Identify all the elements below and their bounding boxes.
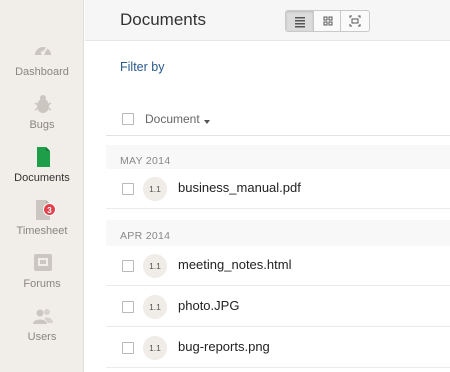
filter-by-link[interactable]: Filter by xyxy=(120,60,164,74)
list-view-button[interactable] xyxy=(286,11,314,31)
sidebar-item-timesheet[interactable]: Timesheet xyxy=(0,195,84,248)
grid-view-icon xyxy=(323,16,333,26)
table-row[interactable]: 1.1 bug-reports.png xyxy=(106,328,450,368)
sidebar-item-users[interactable]: Users xyxy=(0,301,84,354)
fullscreen-view-icon xyxy=(349,15,361,27)
version-badge: 1.1 xyxy=(143,295,167,319)
sidebar-item-label: Users xyxy=(27,331,57,343)
header: Documents xyxy=(85,0,450,41)
row-checkbox[interactable] xyxy=(122,260,134,272)
document-column-header[interactable]: Document xyxy=(145,112,200,126)
document-filename[interactable]: photo.JPG xyxy=(178,298,239,313)
dashboard-gauge-icon xyxy=(32,40,54,62)
sidebar-item-label: Dashboard xyxy=(15,66,69,78)
version-badge: 1.1 xyxy=(143,177,167,201)
row-checkbox[interactable] xyxy=(122,183,134,195)
sidebar-item-bugs[interactable]: Bugs xyxy=(0,89,84,142)
grid-view-button[interactable] xyxy=(314,11,342,31)
sidebar-item-documents[interactable]: Documents xyxy=(0,142,84,195)
bug-icon xyxy=(32,93,54,115)
document-filename[interactable]: business_manual.pdf xyxy=(178,180,301,195)
document-filename[interactable]: meeting_notes.html xyxy=(178,257,291,272)
timesheet-badge: 3 xyxy=(43,203,56,216)
list-view-icon xyxy=(295,17,305,28)
document-icon xyxy=(32,146,54,168)
document-filename[interactable]: bug-reports.png xyxy=(178,339,270,354)
table-row[interactable]: 1.1 business_manual.pdf xyxy=(106,169,450,209)
users-icon xyxy=(32,305,54,327)
row-checkbox[interactable] xyxy=(122,301,134,313)
version-badge: 1.1 xyxy=(143,254,167,278)
fullscreen-view-button[interactable] xyxy=(341,11,369,31)
sidebar-item-label: Timesheet xyxy=(16,225,68,237)
select-all-checkbox[interactable] xyxy=(122,113,134,125)
sidebar-item-label: Bugs xyxy=(29,119,55,131)
section-label: APR 2014 xyxy=(120,230,171,242)
sidebar-item-label: Documents xyxy=(14,172,70,184)
forum-icon xyxy=(32,252,54,274)
section-label: MAY 2014 xyxy=(120,155,171,167)
sort-caret-icon[interactable] xyxy=(204,120,210,124)
sidebar-item-dashboard[interactable]: Dashboard xyxy=(0,36,84,89)
table-header: Document xyxy=(106,106,450,136)
version-badge: 1.1 xyxy=(143,336,167,360)
sidebar-item-label: Forums xyxy=(23,278,61,290)
table-row[interactable]: 1.1 photo.JPG xyxy=(106,287,450,327)
page-title: Documents xyxy=(120,10,206,29)
sidebar: Dashboard Bugs Documents Timesheet Forum… xyxy=(0,0,84,372)
view-mode-toggle xyxy=(285,10,370,32)
sidebar-item-forums[interactable]: Forums xyxy=(0,248,84,301)
table-row[interactable]: 1.1 meeting_notes.html xyxy=(106,246,450,286)
row-checkbox[interactable] xyxy=(122,342,134,354)
